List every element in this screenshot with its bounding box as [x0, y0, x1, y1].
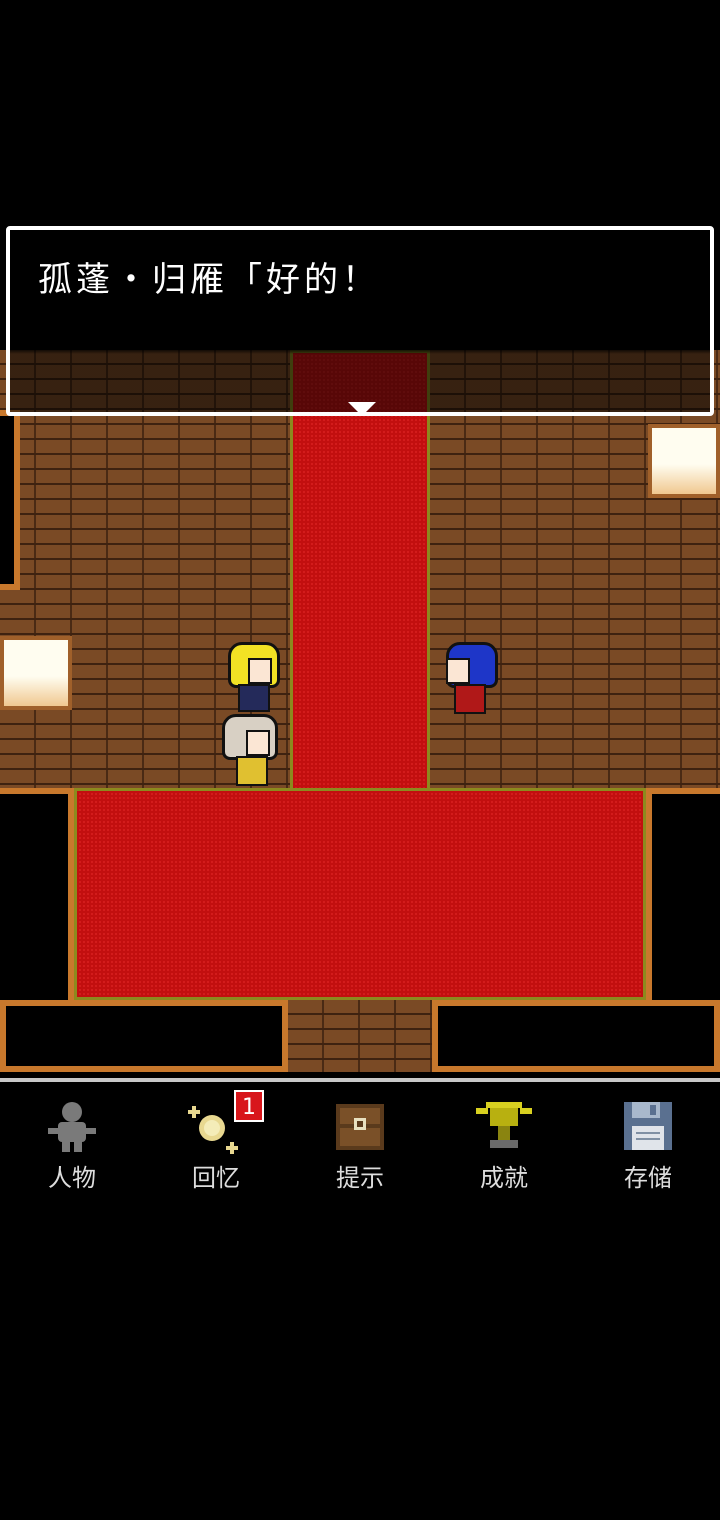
hall-frame-bottom-left — [0, 1000, 288, 1072]
wall-lamp-left — [0, 636, 72, 710]
dialog-text: 孤蓬・归雁「好的！ — [38, 260, 380, 300]
silver-hair-character-sprite[interactable] — [222, 714, 278, 786]
body — [236, 756, 268, 786]
face — [446, 658, 470, 684]
menu-label-memories: 回忆 — [192, 1164, 240, 1192]
dialog-box[interactable]: 孤蓬・归雁「好的！ — [6, 226, 714, 416]
hall-frame-right — [646, 788, 720, 1018]
person-icon — [48, 1102, 96, 1152]
face — [246, 730, 270, 756]
body — [238, 684, 270, 712]
menu-item-hints[interactable]: 提示 — [310, 1098, 410, 1194]
menu-item-achievements[interactable]: 成就 — [454, 1098, 554, 1194]
continue-arrow-icon — [348, 402, 376, 416]
red-carpet-hall — [74, 788, 646, 1000]
menu-item-characters[interactable]: 人物 — [22, 1098, 122, 1194]
menu-label-characters: 人物 — [48, 1164, 96, 1192]
menu-label-achievements: 成就 — [480, 1164, 528, 1192]
body — [454, 684, 486, 714]
menu-label-hints: 提示 — [336, 1164, 384, 1192]
trophy-icon — [476, 1102, 532, 1148]
menu-label-save: 存储 — [624, 1164, 672, 1192]
save-disk-icon — [624, 1102, 672, 1150]
red-carpet-runner — [290, 350, 430, 800]
brick-floor-right — [430, 350, 720, 795]
hall-frame-left — [0, 788, 74, 1018]
wall-lamp-right — [648, 424, 720, 498]
hint-chest-icon — [336, 1104, 384, 1150]
bottom-menu-bar: 人物 回忆 1 提示 成就 存储 — [0, 1078, 720, 1198]
brick-floor-bottom — [288, 1000, 432, 1072]
memory-notification-badge: 1 — [234, 1090, 264, 1122]
menu-item-save[interactable]: 存储 — [598, 1098, 698, 1194]
hall-frame-bottom-right — [432, 1000, 720, 1072]
blue-hair-character-sprite[interactable] — [440, 642, 498, 714]
face — [248, 658, 272, 684]
left-wall — [0, 410, 20, 590]
blonde-character-sprite[interactable] — [224, 642, 280, 714]
